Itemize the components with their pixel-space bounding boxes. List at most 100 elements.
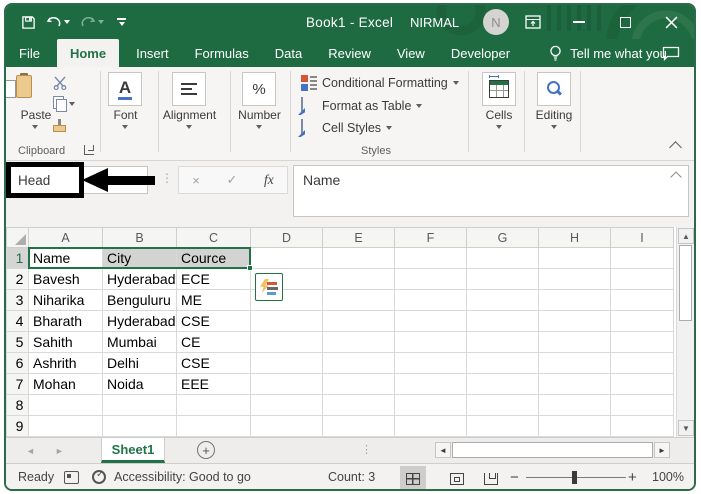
cell-E4[interactable] xyxy=(322,310,395,332)
cell-H2[interactable] xyxy=(538,268,611,290)
maximize-button[interactable] xyxy=(602,5,648,39)
cell-F8[interactable] xyxy=(394,394,467,416)
enter-icon[interactable]: ✓ xyxy=(226,172,237,188)
quick-analysis-button[interactable] xyxy=(255,273,283,301)
tab-data[interactable]: Data xyxy=(262,39,315,67)
font-group-button[interactable]: A xyxy=(108,72,142,106)
conditional-formatting-button[interactable]: Conditional Formatting xyxy=(301,75,459,91)
cell-F5[interactable] xyxy=(394,331,467,353)
cell-E7[interactable] xyxy=(322,373,395,395)
zoom-level-label[interactable]: 100% xyxy=(652,464,684,489)
tab-formulas[interactable]: Formulas xyxy=(182,39,262,67)
column-header-E[interactable]: E xyxy=(322,227,395,248)
column-header-I[interactable]: I xyxy=(610,227,674,248)
namebox-resize-dots[interactable]: ⋮ xyxy=(161,171,173,185)
column-header-C[interactable]: C xyxy=(176,227,251,248)
cell-F9[interactable] xyxy=(394,415,467,437)
cell-D8[interactable] xyxy=(250,394,323,416)
row-header-4[interactable]: 4 xyxy=(6,310,29,332)
cell-I9[interactable] xyxy=(610,415,674,437)
row-header-3[interactable]: 3 xyxy=(6,289,29,311)
cell-G8[interactable] xyxy=(466,394,539,416)
cell-F3[interactable] xyxy=(394,289,467,311)
number-group-label[interactable]: Number xyxy=(227,108,292,122)
cell-B8[interactable] xyxy=(102,394,177,416)
cell-E9[interactable] xyxy=(322,415,395,437)
clipboard-dialog-launcher[interactable] xyxy=(84,145,94,155)
spreadsheet-table[interactable]: A B C D E F G H I 1 Name City Cource 2 Bavesh Hyderabad… xyxy=(6,227,674,437)
column-header-A[interactable]: A xyxy=(28,227,103,248)
column-header-F[interactable]: F xyxy=(394,227,467,248)
cell-A3[interactable]: Niharika xyxy=(28,289,103,311)
insert-function-button[interactable]: fx xyxy=(264,172,274,188)
ribbon-display-options-button[interactable] xyxy=(510,5,556,39)
cell-E2[interactable] xyxy=(322,268,395,290)
tab-home[interactable]: Home xyxy=(56,39,120,67)
format-as-table-button[interactable]: Format as Table xyxy=(298,97,423,115)
row-header-8[interactable]: 8 xyxy=(6,394,29,416)
tab-insert[interactable]: Insert xyxy=(123,39,182,67)
cell-G6[interactable] xyxy=(466,352,539,374)
cell-F2[interactable] xyxy=(394,268,467,290)
cell-F6[interactable] xyxy=(394,352,467,374)
cell-C1[interactable]: Cource xyxy=(176,247,251,269)
cell-C7[interactable]: EEE xyxy=(176,373,251,395)
column-header-H[interactable]: H xyxy=(538,227,611,248)
zoom-slider[interactable] xyxy=(518,464,634,489)
cell-H4[interactable] xyxy=(538,310,611,332)
cell-A5[interactable]: Sahith xyxy=(28,331,103,353)
share-comment-button[interactable] xyxy=(662,39,680,67)
cell-B1[interactable]: City xyxy=(102,247,177,269)
editing-group-label[interactable]: Editing xyxy=(519,108,589,122)
cell-C3[interactable]: ME xyxy=(176,289,251,311)
cells-group-button[interactable] xyxy=(482,72,516,106)
cell-D6[interactable] xyxy=(250,352,323,374)
cell-F1[interactable] xyxy=(394,247,467,269)
cell-E8[interactable] xyxy=(322,394,395,416)
column-header-B[interactable]: B xyxy=(102,227,177,248)
cell-E1[interactable] xyxy=(322,247,395,269)
cell-H9[interactable] xyxy=(538,415,611,437)
cell-styles-button[interactable]: Cell Styles xyxy=(298,119,393,137)
cell-E3[interactable] xyxy=(322,289,395,311)
cell-G7[interactable] xyxy=(466,373,539,395)
cell-D7[interactable] xyxy=(250,373,323,395)
cut-button[interactable] xyxy=(52,75,68,96)
cell-G3[interactable] xyxy=(466,289,539,311)
font-group-label[interactable]: Font xyxy=(98,108,153,122)
new-sheet-button[interactable]: + xyxy=(197,441,215,459)
cell-I2[interactable] xyxy=(610,268,674,290)
zoom-slider-thumb[interactable] xyxy=(572,470,577,484)
cell-E5[interactable] xyxy=(322,331,395,353)
row-header-9[interactable]: 9 xyxy=(6,415,29,437)
cell-B3[interactable]: Benguluru xyxy=(102,289,177,311)
alignment-group-button[interactable] xyxy=(172,72,206,106)
column-header-D[interactable]: D xyxy=(250,227,323,248)
cell-A6[interactable]: Ashrith xyxy=(28,352,103,374)
cell-D1[interactable] xyxy=(250,247,323,269)
cell-D4[interactable] xyxy=(250,310,323,332)
sheet-nav-right-icon[interactable]: ► xyxy=(55,446,64,456)
cell-F7[interactable] xyxy=(394,373,467,395)
cell-G5[interactable] xyxy=(466,331,539,353)
collapse-ribbon-icon[interactable] xyxy=(669,141,682,154)
number-group-button[interactable]: % xyxy=(242,72,276,106)
sheet-nav-left-icon[interactable]: ◄ xyxy=(26,446,35,456)
tab-review[interactable]: Review xyxy=(315,39,384,67)
cell-C8[interactable] xyxy=(176,394,251,416)
cell-I4[interactable] xyxy=(610,310,674,332)
font-dropdown-icon[interactable] xyxy=(122,125,128,129)
avatar[interactable]: N xyxy=(483,9,509,35)
formula-bar-input[interactable]: Name xyxy=(293,165,689,217)
accessibility-icon[interactable] xyxy=(92,464,106,489)
row-header-7[interactable]: 7 xyxy=(6,373,29,395)
normal-view-button[interactable] xyxy=(400,466,426,489)
cell-G9[interactable] xyxy=(466,415,539,437)
cell-I1[interactable] xyxy=(610,247,674,269)
scroll-left-icon[interactable]: ◄ xyxy=(435,442,451,458)
select-all-corner[interactable] xyxy=(6,227,29,248)
cell-B2[interactable]: Hyderabad xyxy=(102,268,177,290)
cell-B4[interactable]: Hyderabad xyxy=(102,310,177,332)
cell-D9[interactable] xyxy=(250,415,323,437)
horizontal-scroll-thumb[interactable] xyxy=(452,442,653,458)
